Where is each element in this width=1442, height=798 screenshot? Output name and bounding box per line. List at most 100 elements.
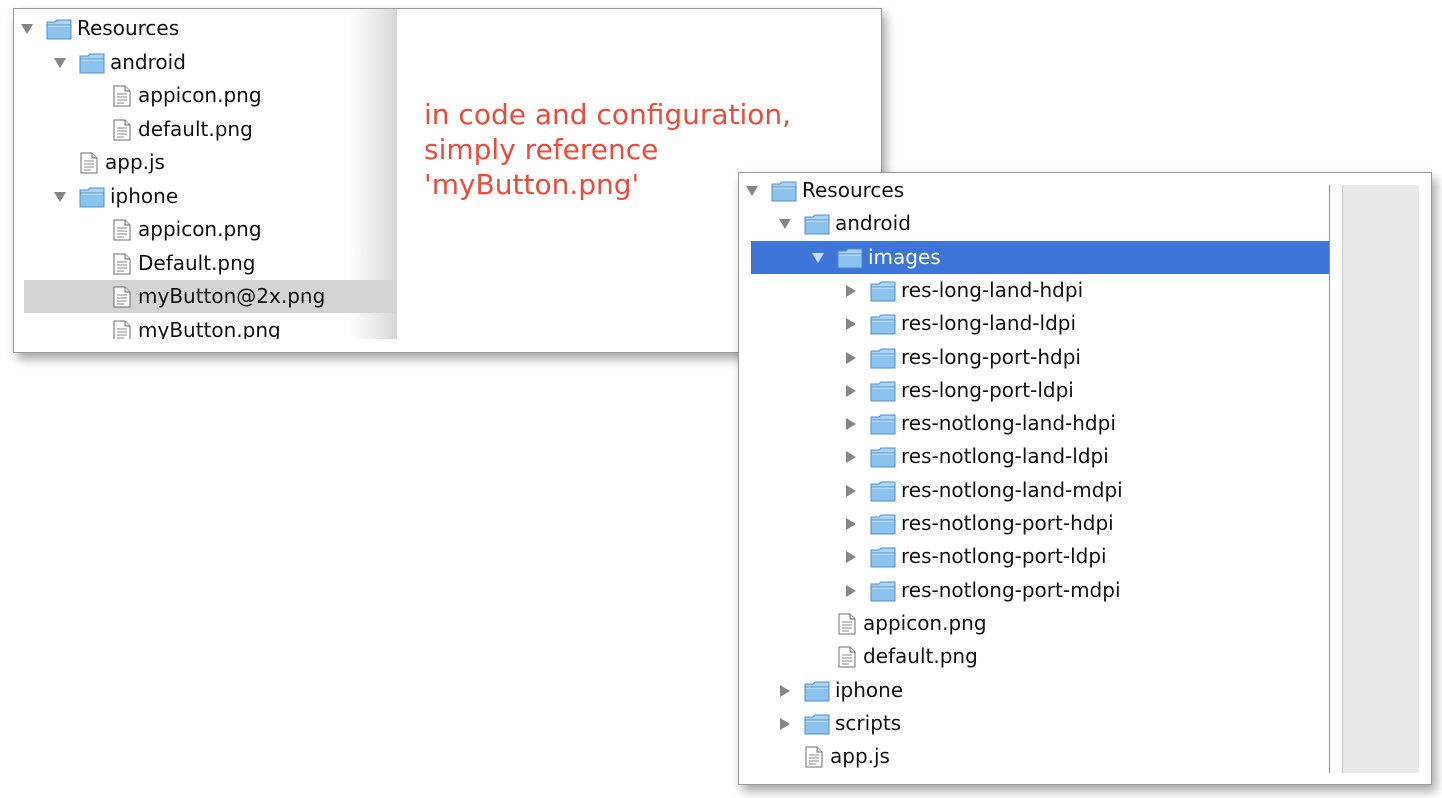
folder-row-res-notlong-port-hdpi[interactable]: res-notlong-port-hdpi [739,507,1317,540]
file-icon [804,740,830,773]
tree-item-label: images [868,244,941,269]
disclosure-expanded-icon[interactable] [18,12,36,45]
disclosure-collapsed-icon[interactable] [842,507,860,540]
tree-item-label: app.js [830,744,890,769]
disclosure-collapsed-icon[interactable] [776,674,794,707]
folder-icon [870,507,896,540]
file-tree-right: Resources android images res-long-land-hdpi… [739,173,1329,784]
folder-row-res-long-land-hdpi[interactable]: res-long-land-hdpi [739,274,1317,307]
tree-item-label: iphone [110,183,179,208]
disclosure-collapsed-icon[interactable] [842,540,860,573]
tree-item-label: res-notlong-land-mdpi [901,477,1123,502]
folder-icon [870,474,896,507]
file-row-default-png[interactable]: default.png [14,113,397,146]
folder-row-resources[interactable]: Resources [14,12,397,45]
project-tree-window-right: Resources android images res-long-land-hdpi… [738,172,1432,785]
folder-row-iphone[interactable]: iphone [14,180,397,213]
tree-item-label: iphone [835,677,904,702]
file-row-app-js[interactable]: app.js [14,146,397,179]
file-icon [112,247,138,280]
file-icon [112,213,138,246]
tree-item-label: res-long-port-ldpi [901,377,1074,402]
file-row-default-png[interactable]: Default.png [14,247,397,280]
disclosure-collapsed-icon[interactable] [842,341,860,374]
folder-icon [79,46,105,79]
disclosure-collapsed-icon[interactable] [842,307,860,340]
tree-item-label: res-notlong-land-hdpi [901,411,1116,436]
tree-item-label: appicon.png [138,83,262,107]
folder-row-res-long-port-ldpi[interactable]: res-long-port-ldpi [739,374,1317,407]
folder-icon [870,341,896,374]
annotation-text: in code and configuration, simply refere… [424,97,791,202]
file-icon [112,79,138,112]
file-row-app-js[interactable]: app.js [739,740,1317,773]
file-tree-left: Resources android appicon.png default.png ap… [14,9,397,339]
side-gutter [1342,185,1419,773]
tree-item-label: android [110,49,186,74]
folder-icon [804,207,830,240]
folder-icon [870,574,896,607]
folder-row-res-notlong-land-mdpi[interactable]: res-notlong-land-mdpi [739,474,1317,507]
file-row-appicon-png[interactable]: appicon.png [739,607,1317,640]
folder-icon [79,180,105,213]
folder-icon [771,174,797,207]
folder-row-images[interactable]: images [751,240,1329,274]
annotation-line-1: in code and configuration, [424,98,792,131]
tree-item-label: res-notlong-port-mdpi [901,577,1121,602]
disclosure-expanded-icon[interactable] [743,174,761,207]
folder-row-res-notlong-land-ldpi[interactable]: res-notlong-land-ldpi [739,440,1317,473]
folder-row-res-notlong-port-ldpi[interactable]: res-notlong-port-ldpi [739,540,1317,573]
annotation-line-2: simply reference [424,133,659,166]
tree-item-label: myButton@2x.png [138,284,326,308]
folder-row-iphone[interactable]: iphone [739,674,1317,707]
folder-row-android[interactable]: android [14,46,397,79]
tree-item-label: myButton.png [138,317,281,340]
file-row-default-png[interactable]: default.png [739,640,1317,673]
annotation-line-3: 'myButton.png' [424,168,640,201]
folder-row-res-notlong-port-mdpi[interactable]: res-notlong-port-mdpi [739,574,1317,607]
file-row-mybutton-png[interactable]: myButton.png [14,314,397,340]
folder-row-res-long-land-ldpi[interactable]: res-long-land-ldpi [739,307,1317,340]
disclosure-collapsed-icon[interactable] [776,707,794,740]
disclosure-collapsed-icon[interactable] [842,374,860,407]
folder-icon [804,707,830,740]
file-row-appicon-png[interactable]: appicon.png [14,213,397,246]
tree-item-label: Default.png [138,250,256,275]
file-icon [837,607,863,640]
disclosure-expanded-icon[interactable] [51,180,69,213]
disclosure-collapsed-icon[interactable] [842,474,860,507]
tree-item-label: default.png [863,644,978,669]
folder-icon [46,12,72,45]
file-icon [112,113,138,146]
folder-icon [870,407,896,440]
disclosure-expanded-icon[interactable] [809,241,827,274]
disclosure-collapsed-icon[interactable] [842,574,860,607]
disclosure-collapsed-icon[interactable] [842,407,860,440]
disclosure-expanded-icon[interactable] [51,46,69,79]
folder-row-res-notlong-land-hdpi[interactable]: res-notlong-land-hdpi [739,407,1317,440]
disclosure-collapsed-icon[interactable] [842,440,860,473]
tree-item-label: appicon.png [138,217,262,241]
disclosure-collapsed-icon[interactable] [842,274,860,307]
tree-item-label: appicon.png [863,610,987,635]
folder-icon [837,241,863,274]
tree-item-label: res-long-land-hdpi [901,277,1084,302]
folder-row-res-long-port-hdpi[interactable]: res-long-port-hdpi [739,341,1317,374]
tree-item-label: scripts [835,710,902,735]
disclosure-expanded-icon[interactable] [776,207,794,240]
tree-item-label: Resources [802,178,905,202]
tree-item-label: res-notlong-port-hdpi [901,511,1114,535]
file-icon [112,314,138,339]
folder-row-scripts[interactable]: scripts [739,707,1317,740]
folder-icon [870,540,896,573]
folder-icon [870,307,896,340]
tree-item-label: res-notlong-land-ldpi [901,444,1109,469]
tree-item-label: res-notlong-port-ldpi [901,544,1107,569]
folder-row-android[interactable]: android [739,207,1317,240]
folder-icon [870,274,896,307]
folder-row-resources[interactable]: Resources [739,174,1317,207]
folder-icon [870,440,896,473]
tree-item-label: res-long-port-hdpi [901,344,1081,369]
file-row-mybutton-2x-png[interactable]: myButton@2x.png [24,280,397,313]
file-row-appicon-png[interactable]: appicon.png [14,79,397,112]
